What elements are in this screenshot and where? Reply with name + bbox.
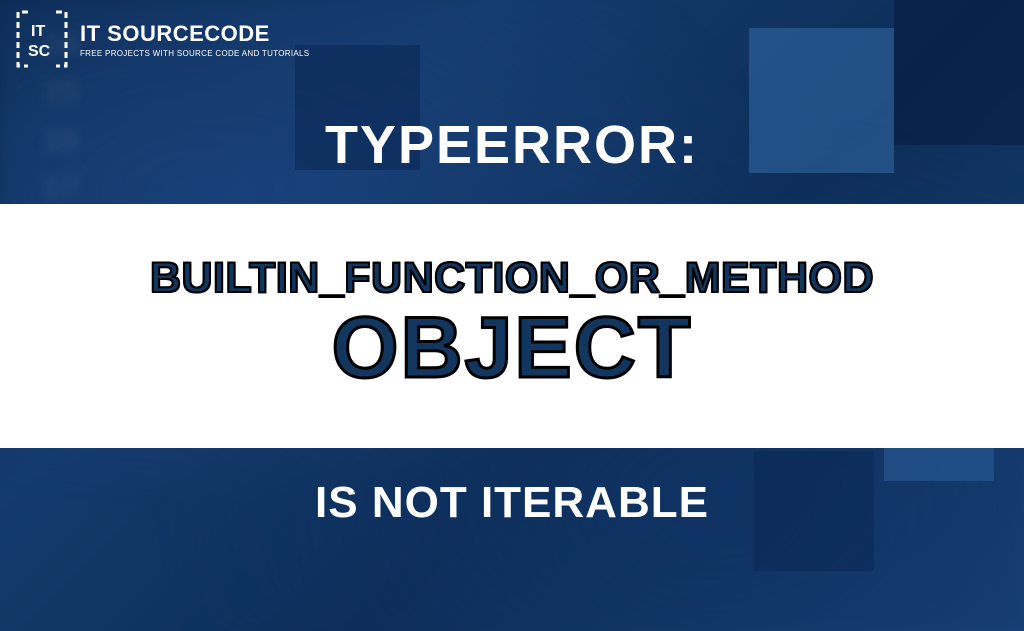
svg-text:IT: IT <box>31 23 45 40</box>
band-line-2: OBJECT <box>332 299 693 398</box>
footer-text: IS NOT ITERABLE <box>0 478 1024 528</box>
logo-icon: IT SC <box>14 8 70 70</box>
logo-title: IT SOURCECODE <box>80 21 309 47</box>
logo: IT SC IT SOURCECODE FREE PROJECTS WITH S… <box>14 8 309 70</box>
main-band: BUILTIN_FUNCTION_OR_METHOD OBJECT <box>0 204 1024 448</box>
band-line-1: BUILTIN_FUNCTION_OR_METHOD <box>150 254 874 303</box>
svg-text:SC: SC <box>28 43 51 60</box>
logo-subtitle: FREE PROJECTS WITH SOURCE CODE AND TUTOR… <box>80 49 309 58</box>
header-text: TYPEERROR: <box>0 114 1024 176</box>
